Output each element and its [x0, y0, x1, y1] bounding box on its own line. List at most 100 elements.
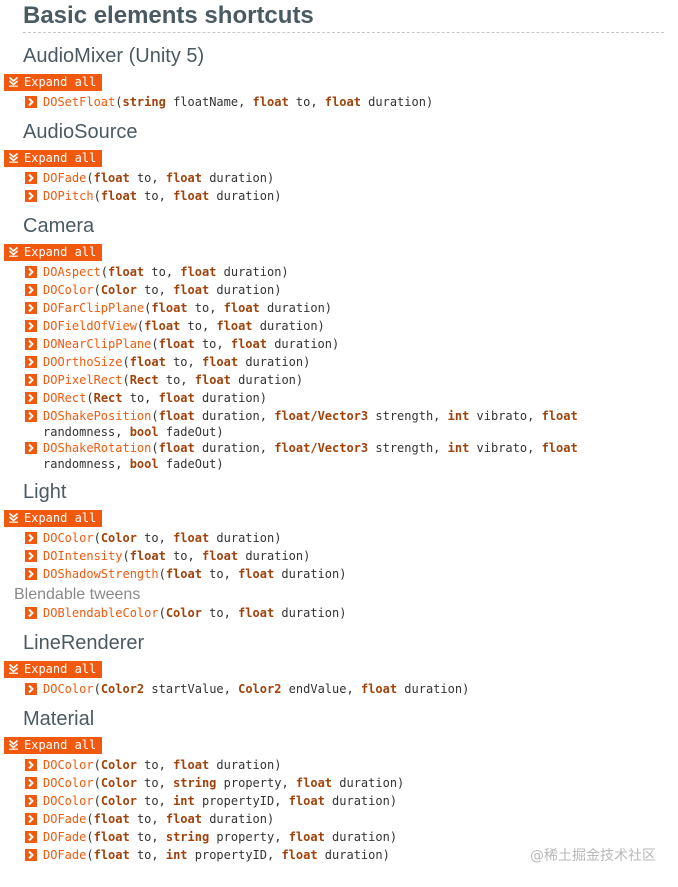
method-name-link[interactable]: DOFade [43, 830, 86, 844]
method-item[interactable]: DOPixelRect(Rect to, float duration) [25, 372, 656, 390]
method-name-link[interactable]: DONearClipPlane [43, 337, 151, 351]
chevron-right-icon[interactable] [25, 392, 37, 404]
chevron-right-icon[interactable] [25, 284, 37, 296]
method-name-link[interactable]: DOAspect [43, 265, 101, 279]
method-name-link[interactable]: DOOrthoSize [43, 355, 122, 369]
method-item[interactable]: DOOrthoSize(float to, float duration) [25, 354, 656, 372]
chevron-right-icon[interactable] [25, 849, 37, 861]
chevron-right-icon[interactable] [25, 759, 37, 771]
chevron-right-icon[interactable] [25, 96, 37, 108]
method-name-link[interactable]: DORect [43, 391, 86, 405]
chevron-right-icon[interactable] [25, 266, 37, 278]
param-text: ( [151, 441, 159, 455]
chevron-right-icon[interactable] [25, 777, 37, 789]
method-item[interactable]: DOColor(Color to, string property, float… [25, 775, 656, 793]
method-item[interactable]: DOAspect(float to, float duration) [25, 264, 656, 282]
param-text: duration) [216, 265, 289, 279]
method-item[interactable]: DOColor(Color to, float duration) [25, 530, 656, 548]
chevron-right-icon[interactable] [25, 190, 37, 202]
method-item[interactable]: DOFade(float to, float duration) [25, 170, 656, 188]
chevron-right-icon[interactable] [25, 532, 37, 544]
expand-all-button[interactable]: Expand all [4, 510, 103, 527]
method-name-link[interactable]: DOFade [43, 812, 86, 826]
section-title: LineRenderer [23, 632, 145, 654]
param-text: ( [122, 549, 130, 563]
method-item[interactable]: DONearClipPlane(float to, float duration… [25, 336, 656, 354]
method-item[interactable]: DOBlendableColor(Color to, float duratio… [25, 605, 656, 623]
param-type: float [216, 319, 253, 333]
param-type: Color [100, 776, 137, 790]
chevron-right-icon[interactable] [25, 442, 37, 454]
docs-page: Basic elements shortcuts AudioMixer (Uni… [0, 0, 678, 865]
method-name-link[interactable]: DOIntensity [43, 549, 122, 563]
chevron-right-icon[interactable] [25, 320, 37, 332]
expand-all-button[interactable]: Expand all [4, 244, 103, 261]
method-name-link[interactable]: DOFieldOfView [43, 319, 137, 333]
method-item[interactable]: DOFieldOfView(float to, float duration) [25, 318, 656, 336]
method-item[interactable]: DOFarClipPlane(float to, float duration) [25, 300, 656, 318]
param-text: floatName, [165, 95, 253, 109]
method-name-link[interactable]: DOFade [43, 848, 86, 862]
expand-all-button[interactable]: Expand all [4, 737, 103, 754]
method-name-link[interactable]: DOColor [43, 776, 94, 790]
param-text: fadeOut) [158, 425, 224, 439]
method-item[interactable]: DOIntensity(float to, float duration) [25, 548, 656, 566]
method-name-link[interactable]: DOColor [43, 758, 94, 772]
param-text: duration) [238, 549, 311, 563]
method-name-link[interactable]: DOColor [43, 283, 94, 297]
method-name-link[interactable]: DOShadowStrength [43, 567, 159, 581]
chevron-right-icon[interactable] [25, 172, 37, 184]
expand-all-label: Expand all [24, 151, 97, 165]
param-type: float [230, 337, 267, 351]
method-item[interactable]: DOShadowStrength(float to, float duratio… [25, 566, 656, 584]
chevron-right-icon[interactable] [25, 302, 37, 314]
method-name-link[interactable]: DOShakePosition [43, 409, 151, 423]
chevron-right-icon[interactable] [25, 607, 37, 619]
chevron-right-icon[interactable] [25, 410, 37, 422]
method-signature: DOAspect(float to, float duration) [43, 264, 656, 280]
chevron-right-icon[interactable] [25, 813, 37, 825]
method-item[interactable]: DOShakeRotation(float duration, float/Ve… [25, 440, 656, 472]
method-item[interactable]: DOColor(Color to, float duration) [25, 757, 656, 775]
chevron-right-icon[interactable] [25, 550, 37, 562]
method-name-link[interactable]: DOFarClipPlane [43, 301, 144, 315]
method-item[interactable]: DOColor(Color to, float duration) [25, 282, 656, 300]
chevron-right-icon[interactable] [25, 374, 37, 386]
chevron-right-icon[interactable] [25, 831, 37, 843]
method-item[interactable]: DORect(Rect to, float duration) [25, 390, 656, 408]
method-name-link[interactable]: DOFade [43, 171, 86, 185]
param-text: to, [129, 830, 166, 844]
param-text: duration) [274, 567, 347, 581]
method-name-link[interactable]: DOSetFloat [43, 95, 115, 109]
section: Material Expand all DOColor(Color to, floa… [0, 707, 678, 865]
expand-all-button[interactable]: Expand all [4, 661, 103, 678]
method-name-link[interactable]: DOPixelRect [43, 373, 122, 387]
method-name-link[interactable]: DOBlendableColor [43, 606, 159, 620]
expand-all-button[interactable]: Expand all [4, 74, 103, 91]
method-signature: DOShadowStrength(float to, float duratio… [43, 566, 656, 582]
method-item[interactable]: DOPitch(float to, float duration) [25, 188, 656, 206]
method-name-link[interactable]: DOColor [43, 794, 94, 808]
method-name-link[interactable]: DOPitch [43, 189, 94, 203]
method-item[interactable]: DOColor(Color to, int propertyID, float … [25, 793, 656, 811]
expand-all-button[interactable]: Expand all [4, 150, 103, 167]
expand-all-label: Expand all [24, 75, 97, 89]
method-name-link[interactable]: DOColor [43, 531, 94, 545]
chevron-right-icon[interactable] [25, 683, 37, 695]
param-text: propertyID, [187, 848, 282, 862]
method-item[interactable]: DOFade(float to, float duration) [25, 811, 656, 829]
chevron-right-icon[interactable] [25, 795, 37, 807]
method-name-link[interactable]: DOShakeRotation [43, 441, 151, 455]
param-type: float [165, 567, 202, 581]
method-list: DOSetFloat(string floatName, float to, f… [0, 94, 678, 112]
method-name-link[interactable]: DOColor [43, 682, 94, 696]
param-type: int [447, 441, 470, 455]
param-type: float [108, 265, 145, 279]
chevron-right-icon[interactable] [25, 338, 37, 350]
chevron-right-icon[interactable] [25, 568, 37, 580]
method-item[interactable]: DOColor(Color2 startValue, Color2 endVal… [25, 681, 656, 699]
method-item[interactable]: DOSetFloat(string floatName, float to, f… [25, 94, 656, 112]
method-signature: DOShakeRotation(float duration, float/Ve… [43, 440, 656, 472]
method-item[interactable]: DOShakePosition(float duration, float/Ve… [25, 408, 656, 440]
chevron-right-icon[interactable] [25, 356, 37, 368]
